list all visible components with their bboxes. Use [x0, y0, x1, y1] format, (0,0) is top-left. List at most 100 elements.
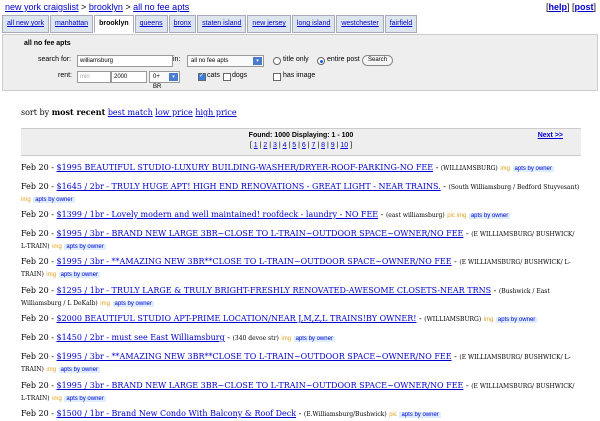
- listing-row: Feb 20 - $1645 / 2br - TRULY HUGE APT! H…: [21, 181, 581, 206]
- listing-sep2: -: [378, 210, 386, 219]
- sort-best-match-link[interactable]: best match: [108, 108, 153, 117]
- listing-title-link[interactable]: $1399 / 1br - Lovely modern and well mai…: [57, 210, 379, 219]
- sort-high-price-link[interactable]: high price: [195, 108, 236, 117]
- listing-media-tag: img: [46, 367, 57, 373]
- listing-media-tag: img: [21, 197, 31, 203]
- listing-location: (WILLIAMSBURG): [440, 165, 498, 172]
- listing-title-link[interactable]: $1295 / 1br - TRULY LARGE & TRULY BRIGHT…: [57, 286, 492, 295]
- has-image-label: has image: [283, 72, 316, 79]
- listing-category-link[interactable]: apts by owner: [512, 166, 554, 172]
- dogs-label: dogs: [232, 72, 248, 79]
- breadcrumb-site-link[interactable]: new york craigslist: [5, 2, 79, 12]
- listing-sep2: -: [296, 409, 304, 418]
- listing-row: Feb 20 - $1995 BEAUTIFUL STUDIO-LUXURY B…: [21, 162, 581, 175]
- next-page-link[interactable]: Next >>: [538, 132, 563, 139]
- rent-label: rent:: [58, 72, 73, 79]
- listing-date: Feb 20: [21, 333, 49, 342]
- breadcrumb-category-link[interactable]: all no fee apts: [133, 2, 189, 12]
- listing-category-link[interactable]: apts by owner: [64, 396, 106, 402]
- listing-row: Feb 20 - $1450 / 2br - must see East Wil…: [21, 332, 581, 345]
- results-count: Found: 1000 Displaying: 1 - 100: [248, 132, 354, 139]
- listing-location: (340 devoe str): [232, 335, 279, 342]
- listing-date: Feb 20: [21, 352, 49, 361]
- has-image-checkbox[interactable]: [273, 73, 281, 81]
- dogs-checkbox[interactable]: [223, 73, 231, 81]
- listing-title-link[interactable]: $1450 / 2br - must see East Williamsburg: [57, 333, 225, 342]
- sort-low-price-link[interactable]: low price: [155, 108, 192, 117]
- listing-category-link[interactable]: apts by owner: [399, 412, 441, 418]
- listing-date: Feb 20: [21, 381, 49, 390]
- tab-manhattan[interactable]: manhattan: [49, 15, 94, 33]
- listing-title-link[interactable]: $1500 / 1br - Brand New Condo With Balco…: [57, 409, 297, 418]
- listing-category-link[interactable]: apts by owner: [293, 336, 335, 342]
- listing-category-link[interactable]: apts by owner: [58, 367, 100, 373]
- listing-date: Feb 20: [21, 210, 49, 219]
- tab-all-new-york[interactable]: all new york: [2, 15, 49, 33]
- listing-sep2: -: [433, 163, 441, 172]
- listing-date: Feb 20: [21, 163, 49, 172]
- listing-media-tag: pic: [389, 412, 397, 418]
- breadcrumb-separator: >: [125, 2, 131, 12]
- listing-category-link[interactable]: apts by owner: [64, 244, 106, 250]
- results-navigation: Found: 1000 Displaying: 1 - 100 [ 1 | 2 …: [21, 128, 581, 156]
- listing-row: Feb 20 - $2000 BEAUTIFUL STUDIO APT-PRIM…: [21, 313, 581, 326]
- listing-title-link[interactable]: $1995 / 3br - **AMAZING NEW 3BR**CLOSE T…: [57, 257, 452, 266]
- sort-current: most recent: [51, 107, 106, 117]
- listing-location: (South Williamsburg / Bedford Stuyvesant…: [448, 184, 580, 191]
- listing-category-link[interactable]: apts by owner: [468, 213, 511, 219]
- listing-title-link[interactable]: $1995 / 3br - BRAND NEW LARGE 3BR~CLOSE …: [57, 229, 464, 238]
- listing-title-link[interactable]: $1995 / 3br - **AMAZING NEW 3BR**CLOSE T…: [57, 352, 452, 361]
- in-label: in:: [173, 56, 181, 63]
- listing-media-tag: img: [483, 317, 494, 323]
- listing-title-link[interactable]: $2000 BEAUTIFUL STUDIO APT-PRIME LOCATIO…: [57, 314, 417, 323]
- listing-title-link[interactable]: $1995 / 3br - BRAND NEW LARGE 3BR~CLOSE …: [57, 381, 464, 390]
- listing-media-tag: img: [281, 336, 292, 342]
- listing-sep2: -: [440, 182, 449, 191]
- rent-max-input[interactable]: 2000: [111, 71, 147, 83]
- bedrooms-select[interactable]: 0+ BR ▾: [149, 71, 180, 90]
- help-link[interactable]: help: [548, 2, 567, 12]
- listing-sep: -: [48, 314, 57, 323]
- listing-row: Feb 20 - $1995 / 3br - **AMAZING NEW 3BR…: [21, 351, 581, 376]
- listing-title-link[interactable]: $1645 / 2br - TRULY HUGE APT! HIGH END R…: [57, 182, 441, 191]
- chevron-down-icon: ▾: [253, 57, 262, 65]
- listing-media-tag: img: [500, 166, 510, 172]
- tab-bronx[interactable]: bronx: [168, 15, 197, 33]
- entire-post-radio[interactable]: [317, 57, 325, 65]
- listing-sep: -: [48, 210, 57, 219]
- chevron-down-icon: ▾: [169, 73, 178, 81]
- listing-date: Feb 20: [21, 314, 49, 323]
- tab-long-island[interactable]: long island: [291, 15, 336, 33]
- rent-min-input[interactable]: min: [77, 71, 111, 83]
- category-select[interactable]: all no fee apts ▾: [187, 55, 264, 67]
- pagination-bracket: ]: [348, 142, 353, 149]
- listing-date: Feb 20: [21, 257, 49, 266]
- listing-category-link[interactable]: apts by owner: [112, 301, 154, 307]
- title-only-radio[interactable]: [273, 57, 281, 65]
- area-tabs: all new york manhattan brooklyn queens bronx…: [2, 15, 418, 33]
- listing-media-tag: pic img: [447, 213, 467, 219]
- breadcrumb-area-link[interactable]: brooklyn: [89, 2, 123, 12]
- listing-category-link[interactable]: apts by owner: [33, 197, 75, 203]
- listing-title-link[interactable]: $1995 BEAUTIFUL STUDIO-LUXURY BUILDING-W…: [57, 163, 434, 172]
- cats-checkbox[interactable]: [198, 72, 206, 81]
- tab-staten-island[interactable]: staten island: [197, 15, 247, 33]
- listing-row: Feb 20 - $1295 / 1br - TRULY LARGE & TRU…: [21, 285, 581, 310]
- tab-fairfield[interactable]: fairfield: [384, 15, 418, 33]
- listing-media-tag: img: [100, 301, 110, 307]
- search-button[interactable]: Search: [362, 55, 394, 66]
- listing-category-link[interactable]: apts by owner: [495, 317, 538, 323]
- post-link[interactable]: post: [574, 2, 593, 12]
- tab-queens[interactable]: queens: [134, 15, 168, 33]
- breadcrumb: new york craigslist > brooklyn > all no …: [5, 2, 189, 12]
- listing-location: (east williamsburg): [385, 212, 445, 219]
- listing-category-link[interactable]: apts by owner: [58, 272, 100, 278]
- listing-sep: -: [48, 286, 57, 295]
- tab-new-jersey[interactable]: new jersey: [247, 15, 291, 33]
- tab-westchester[interactable]: westchester: [336, 15, 384, 33]
- title-only-label: title only: [283, 56, 309, 63]
- search-input[interactable]: williamsburg: [77, 55, 173, 67]
- category-select-value: all no fee apts: [191, 58, 229, 64]
- listing-location: (WILLIAMSBURG): [424, 316, 482, 323]
- tab-brooklyn[interactable]: brooklyn: [94, 15, 134, 33]
